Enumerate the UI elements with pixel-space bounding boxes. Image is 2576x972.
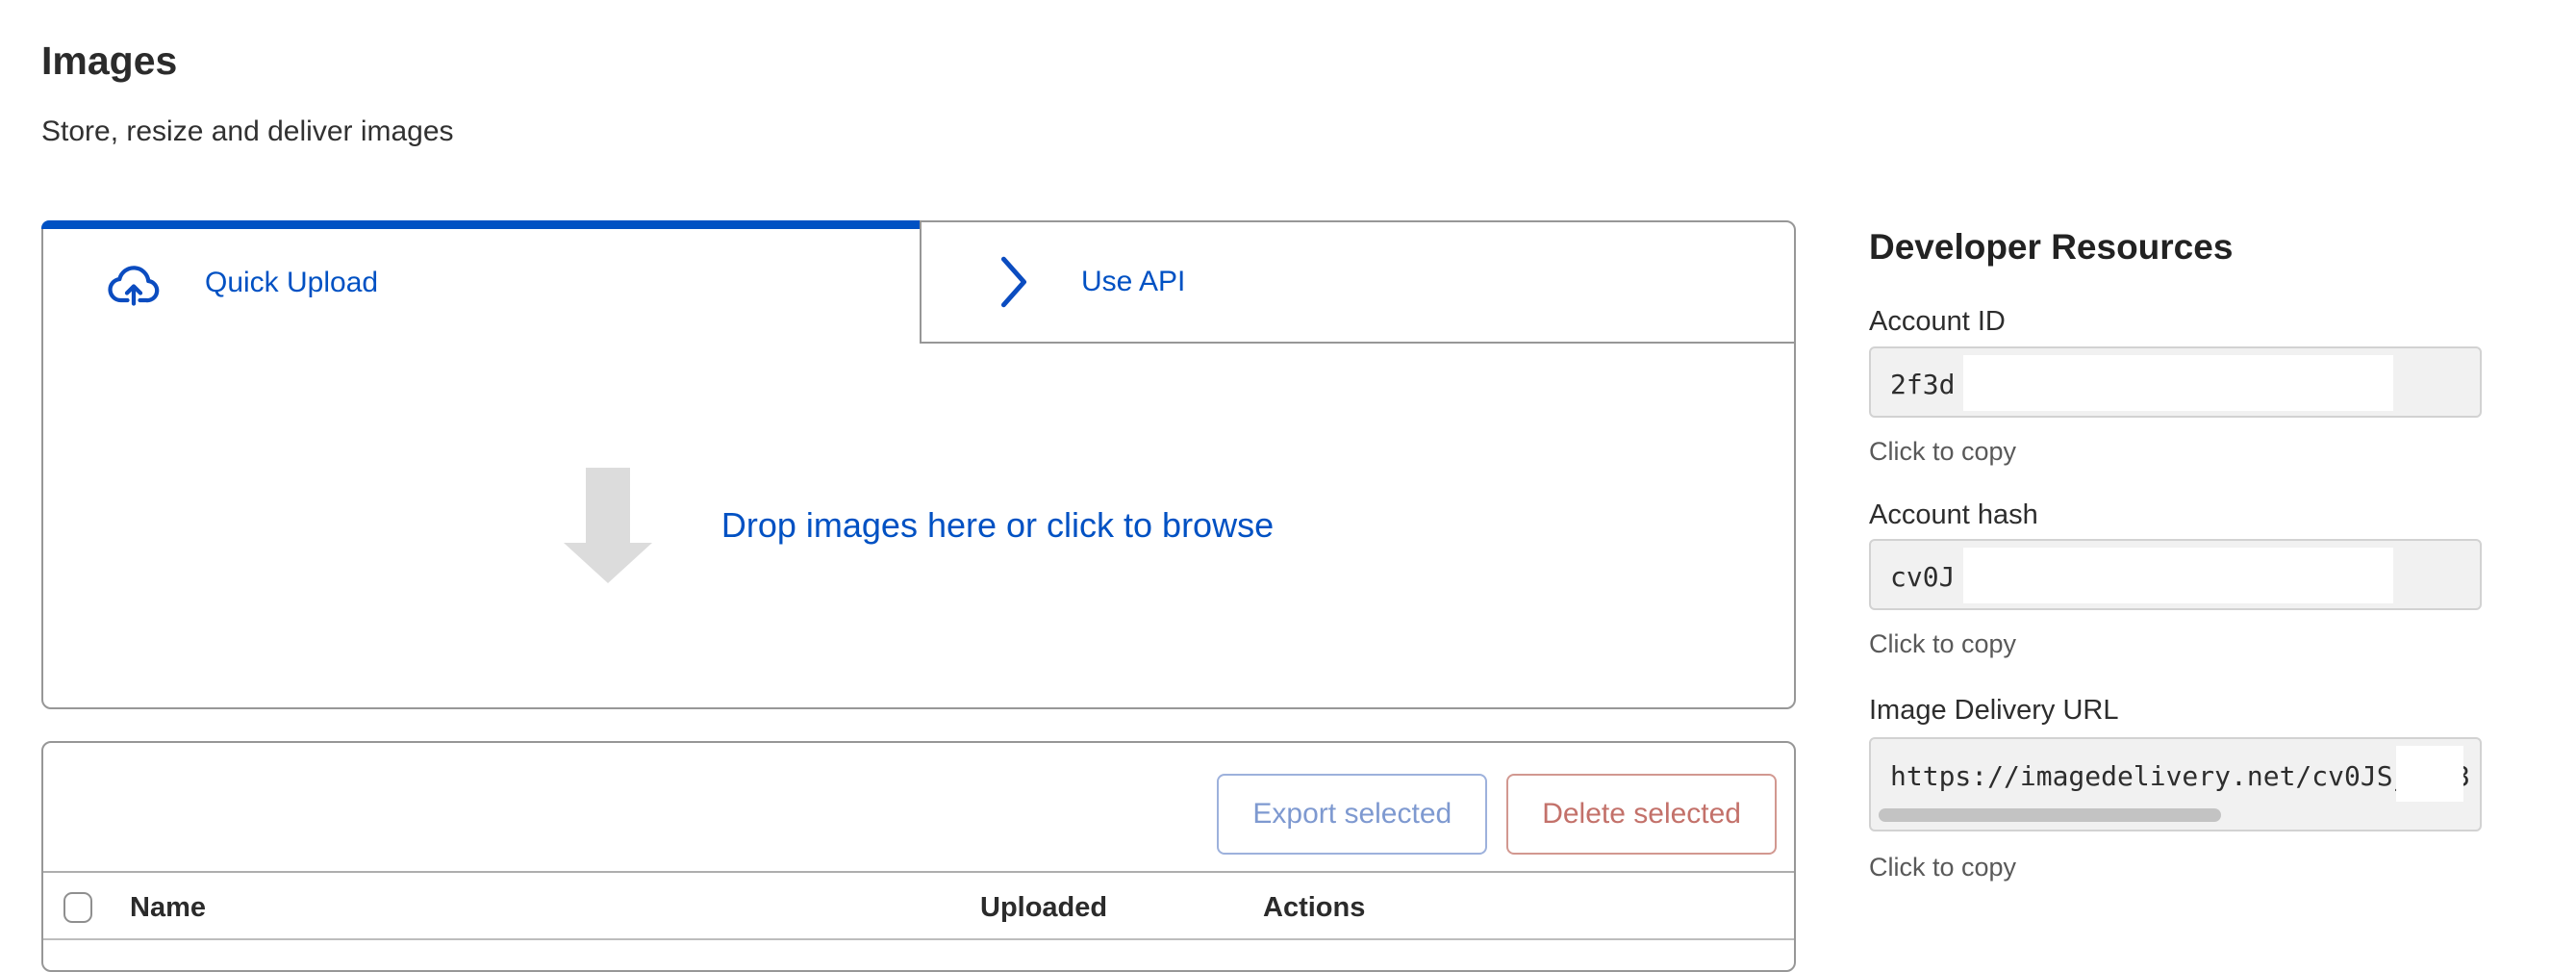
active-tab-indicator	[41, 220, 920, 229]
account-id-field[interactable]: 2f3d	[1869, 346, 2482, 418]
arrow-down-icon	[564, 468, 652, 583]
image-delivery-url-field[interactable]: https://imagedelivery.net/cv0JSj 3	[1869, 737, 2482, 831]
tab-use-api-label: Use API	[1081, 266, 1185, 298]
list-toolbar: Export selected Delete selected	[43, 743, 1794, 871]
toolbar-buttons: Export selected Delete selected	[1217, 774, 1777, 855]
images-list-panel: Export selected Delete selected Name Upl…	[41, 741, 1796, 972]
account-id-value: 2f3d	[1890, 369, 1955, 400]
column-header-name: Name	[130, 892, 206, 924]
tab-quick-upload[interactable]: Quick Upload	[43, 222, 920, 344]
developer-resources-title: Developer Resources	[1869, 227, 2233, 268]
account-id-copy-hint: Click to copy	[1869, 437, 2016, 467]
account-id-label: Account ID	[1869, 306, 2006, 338]
image-dropzone[interactable]: Drop images here or click to browse	[43, 344, 1794, 706]
redaction-overlay	[1963, 355, 2393, 411]
image-delivery-url-value: https://imagedelivery.net/cv0JSj	[1890, 760, 2409, 792]
column-header-uploaded: Uploaded	[980, 892, 1107, 924]
upload-panel: Quick Upload Use API Drop images here or…	[41, 220, 1796, 709]
export-selected-button[interactable]: Export selected	[1217, 774, 1487, 855]
redaction-overlay	[2396, 746, 2463, 802]
table-header-row: Name Uploaded Actions	[43, 871, 1794, 940]
column-header-actions: Actions	[1263, 892, 1365, 924]
page-title: Images	[41, 38, 177, 84]
redaction-overlay	[1963, 548, 2393, 603]
image-delivery-url-label: Image Delivery URL	[1869, 695, 2118, 727]
account-hash-copy-hint: Click to copy	[1869, 629, 2016, 659]
tab-quick-upload-label: Quick Upload	[205, 267, 378, 299]
account-hash-label: Account hash	[1869, 499, 2038, 531]
developer-resources-panel: Developer Resources Account ID 2f3d Clic…	[1869, 221, 2482, 955]
select-all-checkbox[interactable]	[63, 892, 92, 923]
url-horizontal-scrollbar-thumb[interactable]	[1879, 808, 2221, 822]
tab-use-api[interactable]: Use API	[920, 222, 1794, 344]
dropzone-label: Drop images here or click to browse	[721, 505, 1274, 546]
chevron-right-icon	[998, 254, 1029, 310]
account-hash-value: cv0J	[1890, 561, 1955, 593]
cloud-upload-icon	[105, 258, 163, 308]
page-subtitle: Store, resize and deliver images	[41, 115, 454, 148]
image-delivery-url-copy-hint: Click to copy	[1869, 853, 2016, 882]
tab-bar: Quick Upload Use API	[43, 222, 1794, 344]
account-hash-field[interactable]: cv0J	[1869, 539, 2482, 610]
delete-selected-button[interactable]: Delete selected	[1506, 774, 1777, 855]
